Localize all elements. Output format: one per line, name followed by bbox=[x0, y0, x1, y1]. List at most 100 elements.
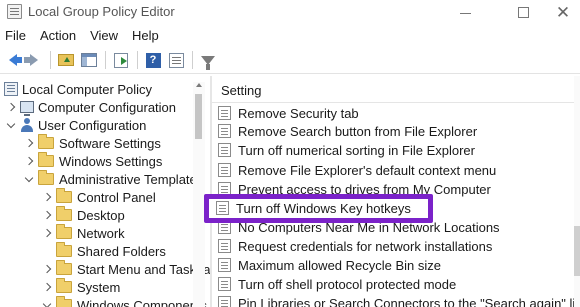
close-icon: ✕ bbox=[555, 2, 571, 22]
setting-row-selected[interactable]: Turn off Windows Key hotkeys bbox=[212, 199, 426, 217]
folder-icon bbox=[38, 152, 54, 167]
setting-row[interactable]: Remove File Explorer's default context m… bbox=[214, 161, 574, 179]
chevron-right-icon[interactable] bbox=[24, 156, 34, 166]
setting-column-header[interactable]: Setting bbox=[221, 83, 261, 98]
tree-item-software-settings[interactable]: Software Settings bbox=[24, 134, 161, 152]
forward-arrow-icon bbox=[24, 54, 38, 66]
policy-icon bbox=[4, 82, 18, 96]
folder-icon bbox=[38, 134, 54, 149]
back-button[interactable] bbox=[0, 49, 22, 71]
tree-item-label: Administrative Templates bbox=[59, 171, 204, 187]
menu-action[interactable]: Action bbox=[33, 25, 83, 46]
back-arrow-icon bbox=[9, 54, 22, 66]
tree-item-label: Network bbox=[77, 225, 125, 241]
tree-item-label: Software Settings bbox=[59, 135, 161, 151]
menu-file[interactable]: File bbox=[0, 25, 33, 46]
setting-label: Request credentials for network installa… bbox=[238, 238, 493, 254]
chevron-right-icon[interactable] bbox=[42, 228, 52, 238]
setting-label: Remove File Explorer's default context m… bbox=[238, 162, 497, 178]
tree-item-label: Local Computer Policy bbox=[22, 81, 153, 97]
toolbar-separator bbox=[192, 51, 193, 69]
tree-item-label: System bbox=[77, 279, 121, 295]
setting-label: Remove Search button from File Explorer bbox=[238, 123, 478, 139]
tree-item-label: Windows Settings bbox=[59, 153, 163, 169]
tree-item-label: Shared Folders bbox=[77, 243, 166, 259]
folder-icon bbox=[56, 260, 72, 275]
policy-setting-icon bbox=[218, 124, 231, 138]
computer-icon bbox=[20, 101, 34, 116]
filter-button[interactable] bbox=[197, 49, 219, 71]
setting-label: Pin Libraries or Search Connectors to th… bbox=[238, 295, 580, 307]
settings-pane: Setting Remove Security tab Remove Searc… bbox=[212, 76, 580, 307]
folder-icon bbox=[56, 224, 72, 239]
properties-icon bbox=[168, 52, 184, 68]
menu-help[interactable]: Help bbox=[125, 25, 166, 46]
setting-row[interactable]: Turn off numerical sorting in File Explo… bbox=[214, 141, 574, 159]
export-list-button[interactable] bbox=[110, 49, 132, 71]
properties-button[interactable] bbox=[165, 49, 187, 71]
tree-item-user-configuration[interactable]: User Configuration bbox=[6, 116, 146, 134]
toolbar: ? bbox=[0, 47, 580, 74]
settings-scrollbar[interactable] bbox=[574, 76, 580, 307]
settings-scrollbar-thumb[interactable] bbox=[574, 226, 580, 276]
tree-item-label: Start Menu and Taskbar bbox=[77, 261, 210, 277]
highlighted-setting-outline: Turn off Windows Key hotkeys bbox=[204, 194, 433, 223]
folder-icon bbox=[56, 296, 72, 307]
folder-icon bbox=[56, 242, 72, 257]
setting-row[interactable]: Turn off shell protocol protected mode bbox=[214, 275, 574, 293]
maximize-icon bbox=[517, 6, 529, 18]
tree-item-start-menu-taskbar[interactable]: Start Menu and Taskbar bbox=[42, 260, 210, 278]
tree-item-windows-components[interactable]: Windows Components bbox=[42, 296, 207, 307]
help-button[interactable]: ? bbox=[142, 49, 164, 71]
close-button[interactable]: ✕ bbox=[546, 0, 580, 24]
header-divider bbox=[212, 102, 580, 103]
window-title: Local Group Policy Editor bbox=[28, 4, 175, 19]
toolbar-separator bbox=[105, 51, 106, 69]
chevron-right-icon[interactable] bbox=[6, 102, 16, 112]
minimize-icon bbox=[459, 12, 471, 14]
chevron-right-icon[interactable] bbox=[42, 264, 52, 274]
tree-scrollbar-thumb[interactable] bbox=[195, 94, 202, 139]
setting-row[interactable]: Maximum allowed Recycle Bin size bbox=[214, 256, 574, 274]
chevron-down-icon[interactable] bbox=[6, 120, 16, 130]
tree-item-administrative-templates[interactable]: Administrative Templates bbox=[24, 170, 203, 188]
show-hide-tree-button[interactable] bbox=[78, 49, 100, 71]
chevron-right-icon[interactable] bbox=[42, 210, 52, 220]
policy-editor-app-icon bbox=[7, 4, 22, 19]
tree-item-computer-configuration[interactable]: Computer Configuration bbox=[6, 98, 176, 116]
tree-item-windows-settings[interactable]: Windows Settings bbox=[24, 152, 162, 170]
tree-item-label: Control Panel bbox=[77, 189, 156, 205]
tree-item-network[interactable]: Network bbox=[42, 224, 125, 242]
setting-row[interactable]: Request credentials for network installa… bbox=[214, 237, 574, 255]
chevron-right-icon[interactable] bbox=[42, 282, 52, 292]
chevron-right-icon[interactable] bbox=[24, 138, 34, 148]
chevron-right-icon[interactable] bbox=[42, 192, 52, 202]
tree-item-label: Windows Components bbox=[77, 297, 208, 307]
tree-item-label: User Configuration bbox=[38, 117, 147, 133]
policy-setting-icon bbox=[218, 258, 231, 272]
policy-setting-icon bbox=[218, 106, 231, 120]
minimize-button[interactable] bbox=[442, 0, 488, 24]
tree-item-desktop[interactable]: Desktop bbox=[42, 206, 125, 224]
chevron-down-icon[interactable] bbox=[42, 300, 52, 307]
setting-label: Turn off Windows Key hotkeys bbox=[236, 200, 411, 216]
chevron-down-icon[interactable] bbox=[24, 174, 34, 184]
menu-view[interactable]: View bbox=[83, 25, 125, 46]
help-icon: ? bbox=[145, 52, 161, 68]
maximize-button[interactable] bbox=[500, 0, 546, 24]
scroll-up-arrow-icon[interactable] bbox=[196, 83, 202, 87]
policy-setting-icon bbox=[218, 296, 231, 307]
setting-row[interactable]: Remove Security tab bbox=[214, 104, 574, 122]
title-bar: Local Group Policy Editor ✕ bbox=[0, 0, 580, 24]
setting-row[interactable]: Pin Libraries or Search Connectors to th… bbox=[214, 294, 580, 307]
policy-setting-icon bbox=[218, 239, 231, 253]
up-one-level-button[interactable] bbox=[55, 49, 77, 71]
setting-row[interactable]: Remove Search button from File Explorer bbox=[214, 122, 574, 140]
tree-item-shared-folders[interactable]: Shared Folders bbox=[42, 242, 166, 260]
toolbar-separator bbox=[137, 51, 138, 69]
tree-item-system[interactable]: System bbox=[42, 278, 120, 296]
forward-button[interactable] bbox=[23, 49, 45, 71]
tree-item-local-computer-policy[interactable]: Local Computer Policy bbox=[4, 80, 152, 98]
tree-item-label: Desktop bbox=[77, 207, 125, 223]
tree-item-control-panel[interactable]: Control Panel bbox=[42, 188, 156, 206]
